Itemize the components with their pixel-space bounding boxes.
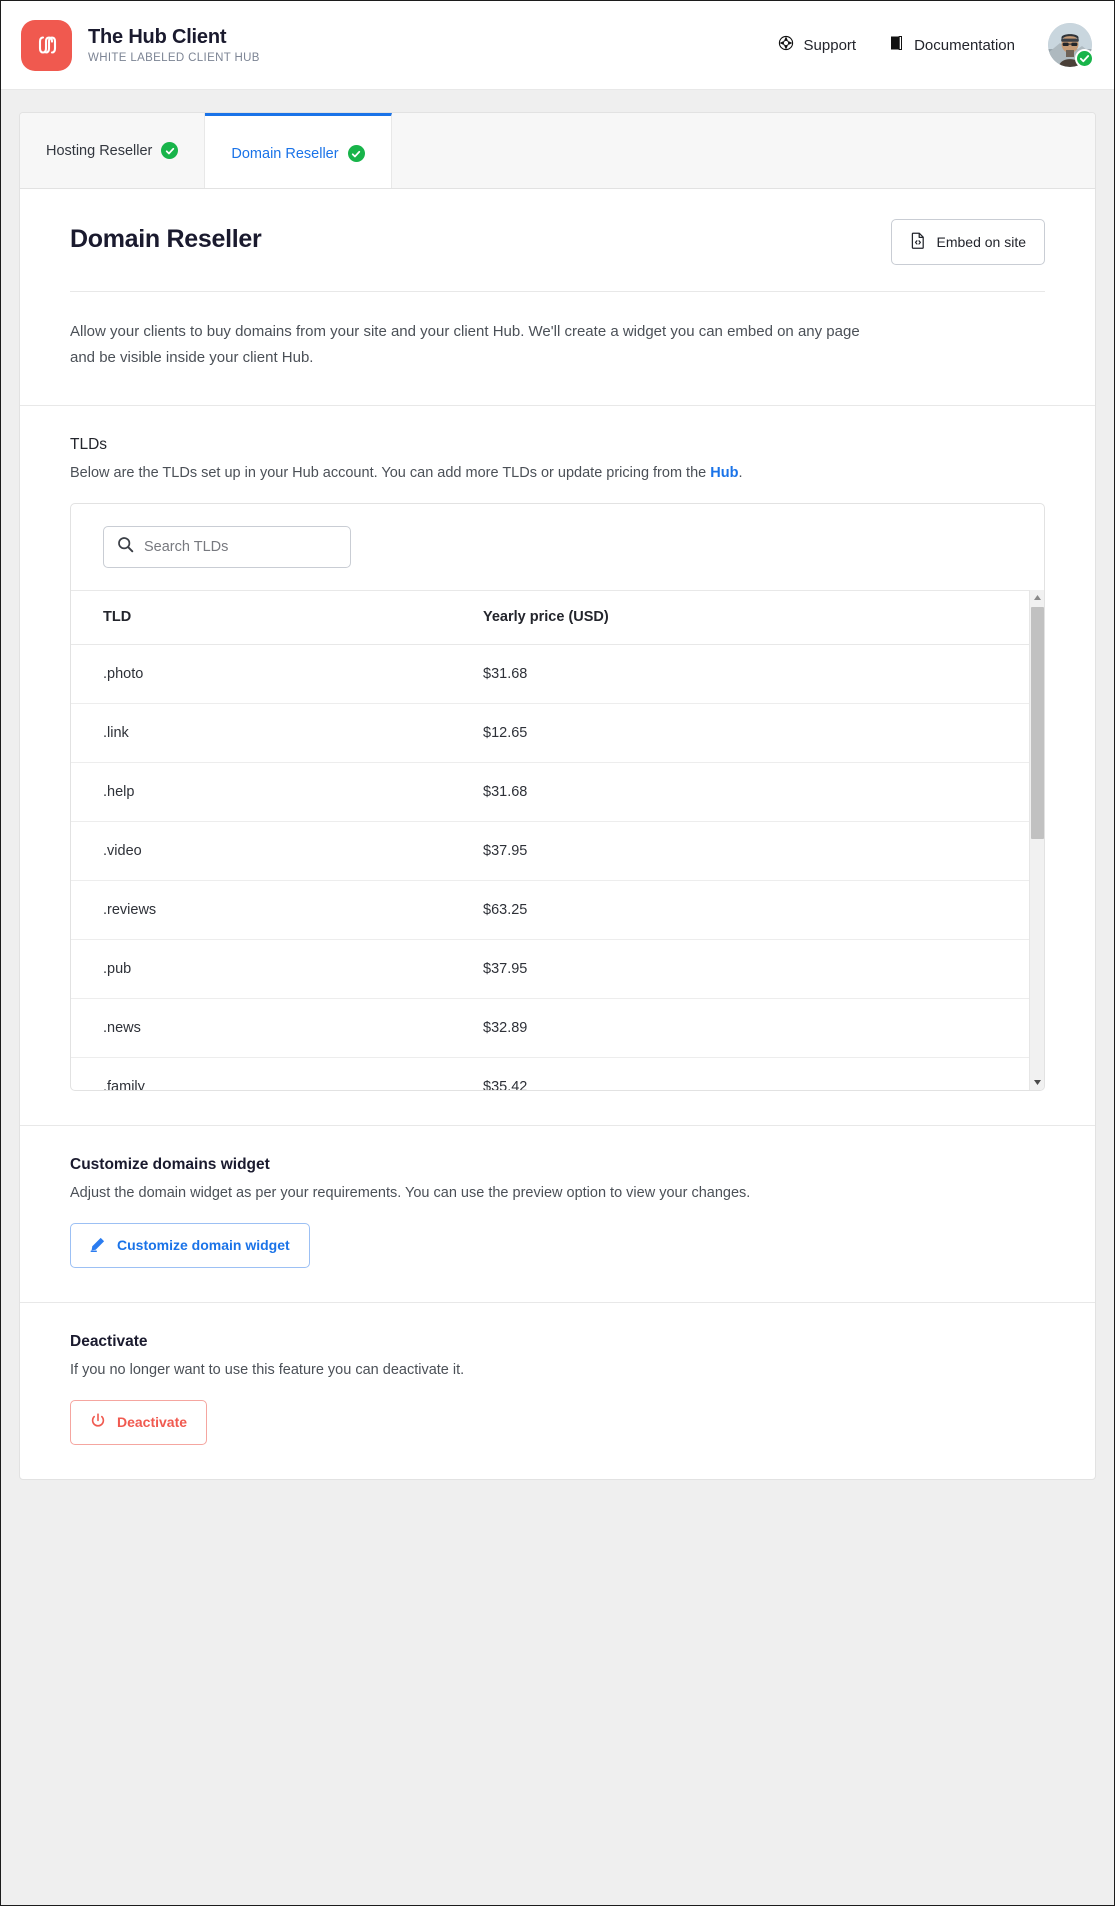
hub-link[interactable]: Hub: [710, 465, 738, 481]
embed-on-site-label: Embed on site: [937, 234, 1027, 250]
column-header-tld: TLD: [71, 590, 481, 644]
main-card: Hosting Reseller Domain Reseller: [19, 112, 1096, 1480]
check-circle-icon: [161, 142, 178, 159]
cell-price: $31.68: [481, 644, 1044, 703]
brand: The Hub Client WHITE LABELED CLIENT HUB: [21, 20, 260, 71]
tlds-description-text: Below are the TLDs set up in your Hub ac…: [70, 465, 710, 481]
tab-domain-reseller[interactable]: Domain Reseller: [205, 113, 391, 188]
cell-tld: .reviews: [71, 880, 481, 939]
cell-price: $35.42: [481, 1057, 1044, 1090]
tab-hosting-reseller[interactable]: Hosting Reseller: [20, 113, 205, 188]
cell-price: $32.89: [481, 998, 1044, 1057]
brand-text: The Hub Client WHITE LABELED CLIENT HUB: [88, 26, 260, 64]
deactivate-section: Deactivate If you no longer want to use …: [20, 1302, 1095, 1479]
deactivate-label: Deactivate: [117, 1414, 187, 1430]
table-row[interactable]: .link$12.65: [71, 703, 1044, 762]
verified-check-icon: [1075, 49, 1094, 68]
tld-table-head: TLD Yearly price (USD): [71, 590, 1044, 644]
support-lifebuoy-icon: [778, 35, 794, 55]
customize-description: Adjust the domain widget as per your req…: [70, 1185, 1045, 1201]
customize-domain-widget-label: Customize domain widget: [117, 1237, 290, 1253]
scroll-down-arrow-icon[interactable]: [1030, 1075, 1044, 1090]
table-row[interactable]: .pub$37.95: [71, 939, 1044, 998]
tlds-description: Below are the TLDs set up in your Hub ac…: [70, 465, 1045, 481]
customize-title: Customize domains widget: [70, 1156, 1045, 1174]
tld-search-row: [71, 504, 1044, 590]
intro-header: Domain Reseller Embed on site: [70, 219, 1045, 265]
documentation-label: Documentation: [914, 37, 1015, 54]
tlds-heading: TLDs: [70, 436, 1045, 454]
page-background: Hosting Reseller Domain Reseller: [1, 90, 1114, 1906]
avatar[interactable]: [1048, 23, 1092, 67]
cell-tld: .pub: [71, 939, 481, 998]
table-row[interactable]: .help$31.68: [71, 762, 1044, 821]
header-actions: Support Documentation: [778, 23, 1092, 67]
documentation-book-icon: [889, 35, 904, 55]
search-input[interactable]: [144, 539, 337, 555]
brand-subtitle: WHITE LABELED CLIENT HUB: [88, 52, 260, 64]
cell-tld: .link: [71, 703, 481, 762]
embed-on-site-button[interactable]: Embed on site: [891, 219, 1046, 265]
tlds-section: TLDs Below are the TLDs set up in your H…: [20, 405, 1095, 1125]
cell-tld: .news: [71, 998, 481, 1057]
hub-logo-icon: [21, 20, 72, 71]
intro-section: Domain Reseller Embed on site: [20, 189, 1095, 405]
cell-price: $37.95: [481, 939, 1044, 998]
customize-section: Customize domains widget Adjust the doma…: [20, 1125, 1095, 1302]
search-icon: [117, 536, 134, 558]
tld-table: TLD Yearly price (USD) .photo$31.68.link…: [71, 590, 1044, 1090]
tab-domain-reseller-label: Domain Reseller: [231, 146, 338, 162]
deactivate-description: If you no longer want to use this featur…: [70, 1362, 1045, 1378]
table-row[interactable]: .news$32.89: [71, 998, 1044, 1057]
tld-panel: TLD Yearly price (USD) .photo$31.68.link…: [70, 503, 1045, 1091]
tab-bar: Hosting Reseller Domain Reseller: [20, 113, 1095, 189]
embed-code-file-icon: [910, 232, 926, 252]
table-row[interactable]: .video$37.95: [71, 821, 1044, 880]
table-row[interactable]: .reviews$63.25: [71, 880, 1044, 939]
customize-domain-widget-button[interactable]: Customize domain widget: [70, 1223, 310, 1268]
cell-tld: .photo: [71, 644, 481, 703]
scrollbar-thumb[interactable]: [1031, 607, 1044, 839]
tld-table-scroll: TLD Yearly price (USD) .photo$31.68.link…: [71, 590, 1044, 1090]
deactivate-title: Deactivate: [70, 1333, 1045, 1351]
table-scrollbar[interactable]: [1029, 590, 1044, 1090]
tlds-description-suffix: .: [738, 465, 742, 481]
cell-price: $63.25: [481, 880, 1044, 939]
check-circle-icon: [348, 145, 365, 162]
scroll-up-arrow-icon[interactable]: [1030, 590, 1044, 605]
support-link[interactable]: Support: [778, 35, 857, 55]
cell-tld: .help: [71, 762, 481, 821]
pencil-icon: [90, 1236, 106, 1255]
tld-search-box[interactable]: [103, 526, 351, 568]
deactivate-button[interactable]: Deactivate: [70, 1400, 207, 1445]
page-title: Domain Reseller: [70, 225, 261, 254]
cell-price: $37.95: [481, 821, 1044, 880]
brand-title: The Hub Client: [88, 26, 260, 49]
support-label: Support: [804, 37, 857, 54]
power-icon: [90, 1413, 106, 1432]
cell-price: $31.68: [481, 762, 1044, 821]
intro-description: Allow your clients to buy domains from y…: [70, 319, 870, 371]
table-row[interactable]: .photo$31.68: [71, 644, 1044, 703]
tld-table-body: .photo$31.68.link$12.65.help$31.68.video…: [71, 644, 1044, 1090]
intro-divider: [70, 291, 1045, 292]
app-header: The Hub Client WHITE LABELED CLIENT HUB …: [1, 1, 1114, 90]
cell-price: $12.65: [481, 703, 1044, 762]
column-header-price: Yearly price (USD): [481, 590, 1044, 644]
cell-tld: .video: [71, 821, 481, 880]
cell-tld: .family: [71, 1057, 481, 1090]
table-header-row: TLD Yearly price (USD): [71, 590, 1044, 644]
table-row[interactable]: .family$35.42: [71, 1057, 1044, 1090]
tab-hosting-reseller-label: Hosting Reseller: [46, 143, 152, 159]
app-window: The Hub Client WHITE LABELED CLIENT HUB …: [0, 0, 1115, 1906]
documentation-link[interactable]: Documentation: [889, 35, 1015, 55]
